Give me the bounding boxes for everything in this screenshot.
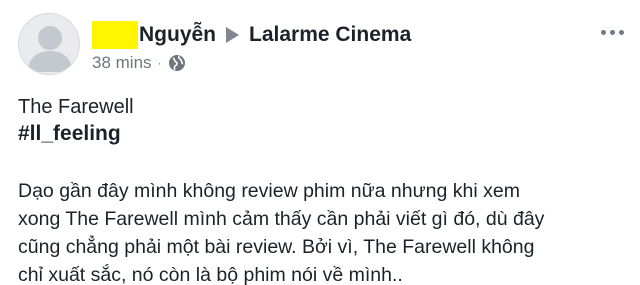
post-header: Nguyễn Lalarme Cinema — [92, 20, 411, 50]
meta-separator: · — [157, 56, 162, 70]
post-meta: 38 mins · — [92, 53, 186, 73]
destination-page-link[interactable]: Lalarme Cinema — [249, 23, 411, 47]
author-name-link[interactable]: Nguyễn — [139, 23, 216, 47]
arrow-right-icon — [226, 27, 240, 43]
user-silhouette-icon — [27, 26, 73, 72]
avatar[interactable] — [18, 13, 80, 75]
body-line: cũng chẳng phải một bài review. Bởi vì, … — [18, 236, 535, 258]
more-options-icon[interactable] — [601, 30, 624, 35]
body-line: Dạo gần đây mình không review phim nữa n… — [18, 180, 520, 202]
hashtag-link[interactable]: #ll_feeling — [18, 121, 121, 147]
body-line: chỉ xuất sắc, nó còn là bộ phim nói về m… — [18, 264, 403, 285]
facebook-post: Nguyễn Lalarme Cinema 38 mins · The Fare… — [0, 0, 640, 285]
body-line: xong The Farewell mình cảm thấy cần phải… — [18, 208, 545, 230]
post-title-text: The Farewell — [18, 96, 134, 118]
globe-icon[interactable] — [168, 54, 186, 72]
timestamp-link[interactable]: 38 mins — [92, 53, 152, 73]
redacted-name-highlight — [92, 21, 138, 49]
post-body: Dạo gần đây mình không review phim nữa n… — [18, 177, 633, 285]
